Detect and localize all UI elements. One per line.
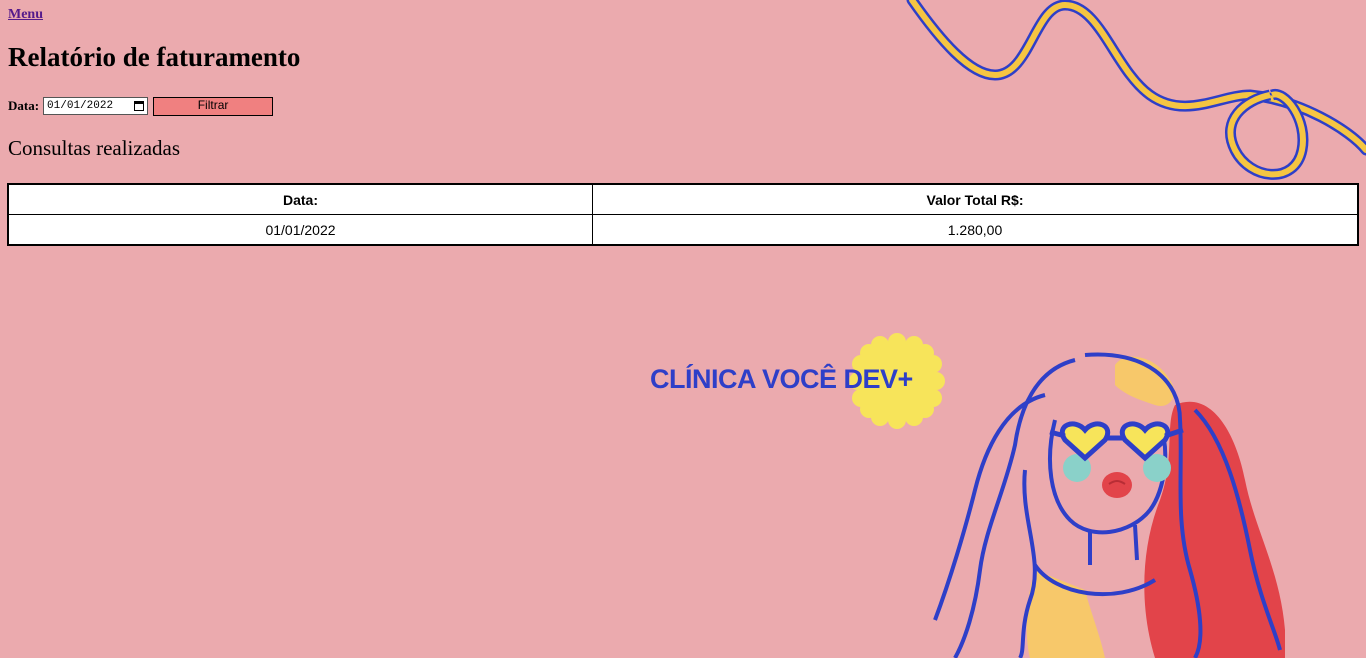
section-title: Consultas realizadas xyxy=(8,136,181,160)
table-header-row: Data: Valor Total R$: xyxy=(7,183,1359,215)
column-header-total: Valor Total R$: xyxy=(592,183,1359,215)
filter-button[interactable]: Filtrar xyxy=(153,96,274,116)
menu-link[interactable]: Menu xyxy=(8,7,43,23)
billing-table: Data: Valor Total R$: 01/01/2022 1.280,0… xyxy=(7,183,1359,246)
date-input[interactable]: 01/01/2022 xyxy=(43,97,149,115)
woman-illustration xyxy=(933,352,1285,658)
cell-total: 1.280,00 xyxy=(592,214,1359,246)
page-title: Relatório de faturamento xyxy=(8,42,301,72)
cell-date: 01/01/2022 xyxy=(7,214,593,246)
date-filter-form: Data: 01/01/2022 Filtrar xyxy=(8,96,274,116)
column-header-date: Data: xyxy=(7,183,593,215)
calendar-icon[interactable] xyxy=(134,101,145,111)
decorative-rope-graphic xyxy=(906,0,1366,180)
table-row: 01/01/2022 1.280,00 xyxy=(7,214,1359,246)
brand-logo-text: CLÍNICA VOCÊ DEV+ xyxy=(650,364,913,394)
date-input-value: 01/01/2022 xyxy=(47,100,114,112)
date-filter-label: Data: xyxy=(8,98,40,113)
